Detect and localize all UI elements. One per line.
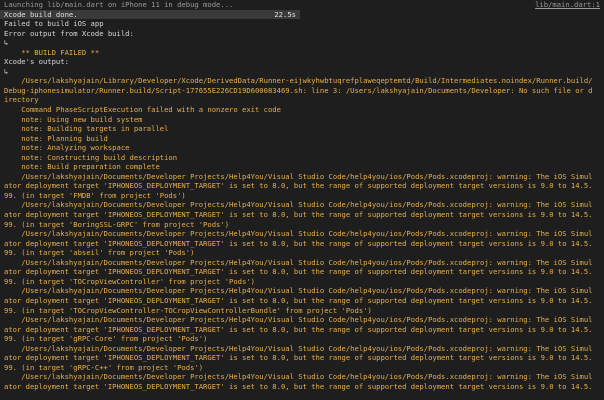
console-line: ator deployment target 'IPHONEOS_DEPLOYM… bbox=[4, 324, 593, 334]
console-line: ator deployment target 'IPHONEOS_DEPLOYM… bbox=[4, 238, 593, 248]
console-output: Failed to build iOS app Error output from… bbox=[4, 19, 600, 391]
console-line: ator deployment target 'IPHONEOS_DEPLOYM… bbox=[4, 210, 593, 220]
console-line: 99. (in target 'TOCropViewController' fr… bbox=[4, 276, 255, 286]
debug-console[interactable]: Launching lib/main.dart on iPhone 11 in … bbox=[0, 0, 604, 400]
console-line: note: Analyzing workspace bbox=[4, 143, 130, 153]
console-line: note: Planning build bbox=[4, 133, 108, 143]
console-line: /Users/lakshyajain/Documents/Developer P… bbox=[4, 286, 593, 296]
console-line: Error output from Xcode build: bbox=[4, 28, 134, 38]
build-duration: 22.5s bbox=[274, 9, 296, 19]
console-line: 99. (in target 'abseil' from project 'Po… bbox=[4, 248, 195, 258]
console-line: note: Build preparation complete bbox=[4, 162, 160, 172]
console-line: ** BUILD FAILED ** bbox=[4, 47, 100, 57]
console-line: 99. (in target 'gRPC-Core' from project … bbox=[4, 334, 208, 344]
console-line: Failed to build iOS app bbox=[4, 19, 104, 29]
console-line: note: Using new build system bbox=[4, 114, 143, 124]
build-done-label: Xcode build done. bbox=[4, 9, 78, 19]
console-line: 99. (in target 'FMDB' from project 'Pods… bbox=[4, 190, 186, 200]
launch-status-text: Launching lib/main.dart on iPhone 11 in … bbox=[4, 0, 234, 9]
console-line: Command PhaseScriptExecution failed with… bbox=[4, 105, 281, 115]
console-line: note: Building targets in parallel bbox=[4, 124, 169, 134]
console-line: /Users/lakshyajain/Documents/Developer P… bbox=[4, 200, 593, 210]
console-line: ator deployment target 'IPHONEOS_DEPLOYM… bbox=[4, 181, 593, 191]
console-line: note: Constructing build description bbox=[4, 152, 178, 162]
console-line: /Users/lakshyajain/Library/Developer/Xco… bbox=[4, 76, 593, 86]
console-line: /Users/lakshyajain/Documents/Developer P… bbox=[4, 372, 593, 382]
console-line: 99. (in target 'TOCropViewController-TOC… bbox=[4, 305, 372, 315]
console-line: ator deployment target 'IPHONEOS_DEPLOYM… bbox=[4, 295, 593, 305]
console-line: 99. (in target 'gRPC-C++' from project '… bbox=[4, 362, 204, 372]
console-line: ator deployment target 'IPHONEOS_DEPLOYM… bbox=[4, 381, 593, 391]
console-line: /Users/lakshyajain/Documents/Developer P… bbox=[4, 315, 593, 325]
console-line: ator deployment target 'IPHONEOS_DEPLOYM… bbox=[4, 353, 593, 363]
console-line: /Users/lakshyajain/Documents/Developer P… bbox=[4, 343, 593, 353]
console-line: ↳ bbox=[4, 66, 9, 76]
console-line: ↳ bbox=[4, 38, 9, 48]
console-line: /Users/lakshyajain/Documents/Developer P… bbox=[4, 171, 593, 181]
console-line: Debug-iphonesimulator/Runner.build/Scrip… bbox=[4, 85, 593, 95]
build-done-line: Xcode build done. 22.5s bbox=[0, 9, 300, 20]
console-line: /Users/lakshyajain/Documents/Developer P… bbox=[4, 257, 593, 267]
console-line: 99. (in target 'BoringSSL-GRPC' from pro… bbox=[4, 219, 230, 229]
launch-status-line: Launching lib/main.dart on iPhone 11 in … bbox=[4, 0, 600, 10]
console-line: irectory bbox=[4, 95, 39, 105]
console-line: Xcode's output: bbox=[4, 57, 69, 67]
source-file-link[interactable]: lib/main.dart:1 bbox=[535, 0, 600, 10]
console-line: /Users/lakshyajain/Documents/Developer P… bbox=[4, 229, 593, 239]
console-line: ator deployment target 'IPHONEOS_DEPLOYM… bbox=[4, 267, 593, 277]
